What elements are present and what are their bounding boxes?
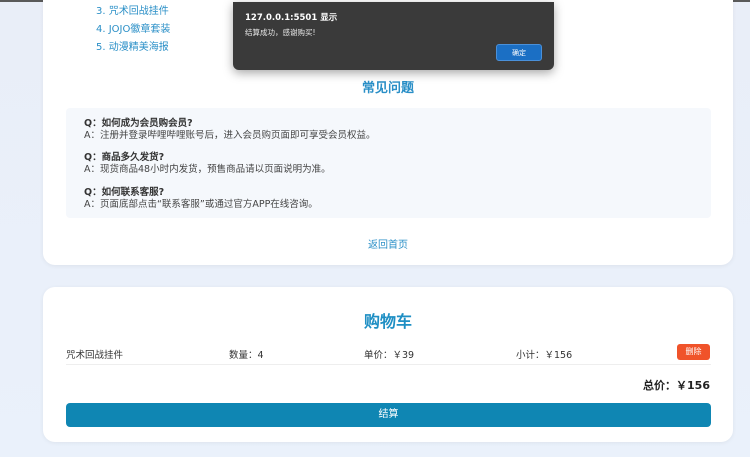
dialog-message: 结算成功，感谢购买! (245, 28, 316, 37)
faq-answer: A：页面底部点击“联系客服”或通过官方APP在线咨询。 (84, 199, 318, 210)
cart-item-subtotal: 小计：￥156 (516, 350, 573, 361)
back-home-link[interactable]: 返回首页 (43, 236, 733, 251)
faq-question: Q：如何联系客服? (84, 187, 165, 198)
checkout-button[interactable]: 结算 (66, 403, 711, 427)
faq-answer: A：现货商品48小时内发货，预售商品请以页面说明为准。 (84, 164, 331, 175)
dialog-ok-button[interactable]: 确定 (496, 44, 542, 61)
dialog-title: 127.0.0.1:5501 显示 (245, 13, 338, 23)
product-list-item[interactable]: 3. 咒术回战挂件 (96, 3, 170, 21)
faq-title: 常见问题 (361, 81, 414, 96)
product-list-item[interactable]: 5. 动漫精美海报 (96, 39, 170, 57)
faq-item: Q：如何成为会员购会员? A：注册并登录哔哩哔哩账号后，进入会员购页面即可享受会… (84, 118, 376, 142)
faq-answer: A：注册并登录哔哩哔哩账号后，进入会员购页面即可享受会员权益。 (84, 130, 376, 141)
faq-item: Q：商品多久发货? A：现货商品48小时内发货，预售商品请以页面说明为准。 (84, 152, 331, 176)
product-list: 3. 咒术回战挂件 4. JOJO徽章套装 5. 动漫精美海报 (96, 3, 170, 57)
faq-question: Q：如何成为会员购会员? (84, 118, 193, 129)
faq-item: Q：如何联系客服? A：页面底部点击“联系客服”或通过官方APP在线咨询。 (84, 187, 318, 211)
cart-title: 购物车 (363, 312, 412, 331)
cart-item-quantity: 数量：4 (229, 350, 264, 361)
product-list-item[interactable]: 4. JOJO徽章套装 (96, 21, 170, 39)
cart-row: 咒术回战挂件 数量：4 单价：￥39 小计：￥156 删除 (66, 343, 711, 365)
delete-button[interactable]: 删除 (677, 344, 710, 360)
cart-total: 总价：￥156 (643, 379, 710, 392)
cart-item-unit-price: 单价：￥39 (364, 350, 415, 361)
alert-dialog: 127.0.0.1:5501 显示 结算成功，感谢购买! 确定 (233, 2, 554, 70)
cart-item-name: 咒术回战挂件 (66, 350, 124, 361)
faq-question: Q：商品多久发货? (84, 152, 165, 163)
